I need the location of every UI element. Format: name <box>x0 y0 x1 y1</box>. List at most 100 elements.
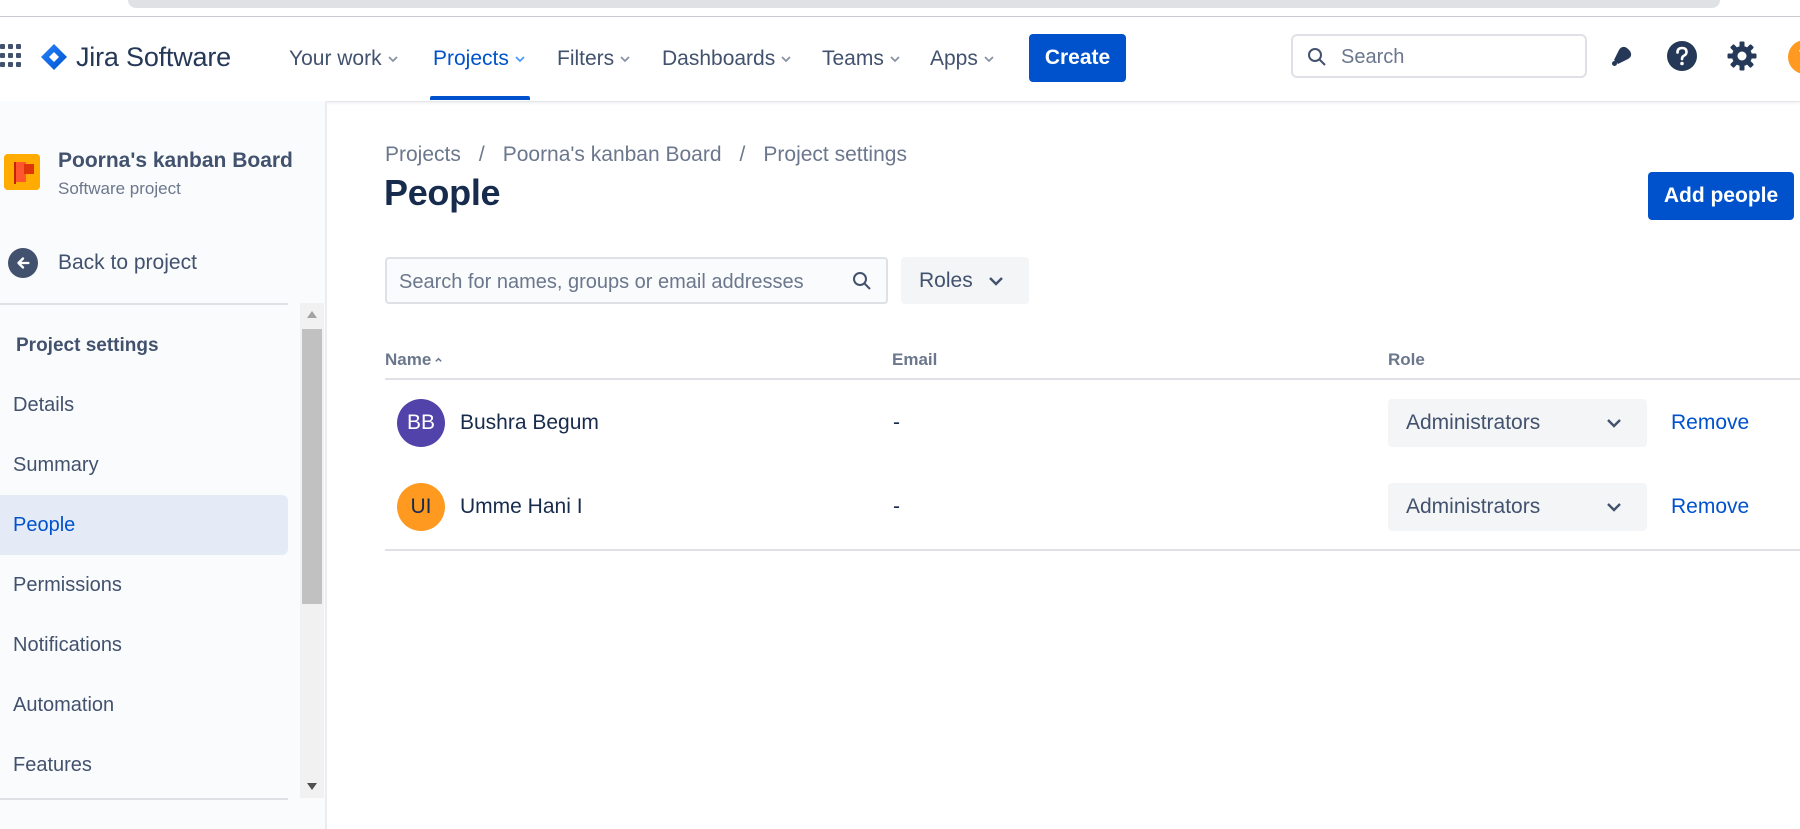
table-row: UI Umme Hani I - Administrators Remove <box>385 465 1800 549</box>
sidebar-item-label: Features <box>13 753 92 776</box>
chevron-down-icon <box>1607 503 1621 512</box>
chevron-down-icon <box>984 56 994 63</box>
browser-address-bar <box>128 0 1720 8</box>
sidebar-item-details[interactable]: Details <box>0 375 288 435</box>
sidebar-item-notifications[interactable]: Notifications <box>0 615 288 675</box>
role-value: Administrators <box>1406 411 1541 434</box>
settings-icon[interactable] <box>1725 39 1759 73</box>
breadcrumb-separator: / <box>739 143 746 166</box>
table-row: BB Bushra Begum - Administrators Remove <box>385 381 1800 465</box>
chevron-down-icon <box>515 56 525 63</box>
chevron-down-icon <box>620 56 630 63</box>
sidebar-item-automation[interactable]: Automation <box>0 675 288 735</box>
chevron-down-icon <box>988 276 1003 286</box>
jira-logo[interactable]: Jira Software <box>40 41 231 73</box>
breadcrumb-project-settings[interactable]: Project settings <box>763 143 907 167</box>
nav-teams[interactable]: Teams <box>822 41 901 77</box>
scroll-down-icon[interactable] <box>307 783 317 790</box>
nav-dashboards[interactable]: Dashboards <box>662 41 792 77</box>
nav-your-work[interactable]: Your work <box>289 41 399 77</box>
remove-member-link[interactable]: Remove <box>1671 495 1749 519</box>
help-icon[interactable] <box>1665 39 1699 73</box>
member-name: Umme Hani I <box>460 495 583 518</box>
remove-member-link[interactable]: Remove <box>1671 411 1749 435</box>
sidebar-item-features[interactable]: Features <box>0 735 288 795</box>
back-to-project-label: Back to project <box>58 251 197 274</box>
sidebar-scrollbar[interactable] <box>300 303 324 798</box>
global-search[interactable] <box>1291 34 1587 78</box>
nav-label: Apps <box>930 47 978 70</box>
role-select[interactable]: Administrators <box>1388 399 1647 447</box>
sidebar-section-title: Project settings <box>16 335 159 356</box>
roles-filter-dropdown[interactable]: Roles <box>901 257 1029 304</box>
breadcrumb-project[interactable]: Poorna's kanban Board <box>503 143 722 167</box>
column-header-name[interactable]: Name <box>385 350 443 370</box>
nav-filters[interactable]: Filters <box>557 41 631 77</box>
nav-label: Dashboards <box>662 47 776 70</box>
role-select[interactable]: Administrators <box>1388 483 1647 531</box>
sidebar-item-label: Notifications <box>13 633 122 656</box>
jira-logo-icon <box>41 44 67 70</box>
project-name: Poorna's kanban Board <box>58 149 293 172</box>
notification-icon[interactable] <box>1605 39 1639 73</box>
avatar: UI <box>397 483 445 531</box>
top-navigation: Jira Software Your work Projects Filters… <box>0 17 1800 101</box>
project-type: Software project <box>58 179 181 198</box>
app-grid-icon[interactable] <box>0 44 24 68</box>
sidebar-item-people[interactable]: People <box>0 495 288 555</box>
breadcrumb: Projects / Poorna's kanban Board / Proje… <box>385 143 907 167</box>
nav-label: Your work <box>289 47 382 70</box>
sidebar-item-permissions[interactable]: Permissions <box>0 555 288 615</box>
sidebar-divider <box>0 798 288 800</box>
member-email: - <box>893 411 900 434</box>
chevron-down-icon <box>387 56 398 63</box>
sidebar-item-label: Permissions <box>13 573 122 596</box>
scroll-up-icon[interactable] <box>307 311 317 318</box>
sidebar-item-summary[interactable]: Summary <box>0 435 288 495</box>
search-icon <box>1308 48 1326 66</box>
sidebar-item-label: Details <box>13 393 75 416</box>
user-avatar[interactable]: V <box>1788 40 1800 74</box>
sort-ascending-icon <box>435 357 443 362</box>
scrollbar-thumb[interactable] <box>302 329 322 604</box>
sidebar-item-label: Summary <box>13 453 99 476</box>
table-header-divider <box>385 378 1800 380</box>
member-email: - <box>893 495 900 518</box>
column-header-label: Name <box>385 350 432 369</box>
people-search[interactable] <box>385 257 888 304</box>
search-icon <box>853 272 871 290</box>
page-title: People <box>384 172 501 213</box>
sidebar-item-label: Automation <box>13 693 115 716</box>
column-header-role: Role <box>1388 350 1425 370</box>
sidebar-divider <box>0 303 288 305</box>
chevron-down-icon <box>1607 419 1621 428</box>
create-button[interactable]: Create <box>1029 34 1126 82</box>
table-bottom-divider <box>385 549 1800 551</box>
add-people-button[interactable]: Add people <box>1648 172 1794 220</box>
avatar: BB <box>397 399 445 447</box>
nav-label: Filters <box>557 47 615 70</box>
project-icon <box>4 154 40 190</box>
browser-tab-strip <box>0 0 1800 17</box>
logo-text: Jira Software <box>76 41 231 72</box>
nav-label: Projects <box>433 47 509 70</box>
breadcrumb-projects[interactable]: Projects <box>385 143 461 167</box>
column-header-label: Role <box>1388 350 1425 369</box>
column-header-label: Email <box>892 350 938 369</box>
sidebar-item-label: People <box>13 513 76 536</box>
nav-apps[interactable]: Apps <box>930 41 995 77</box>
breadcrumb-separator: / <box>478 143 485 166</box>
role-value: Administrators <box>1406 495 1541 518</box>
back-to-project-link[interactable]: Back to project <box>8 247 197 279</box>
roles-label: Roles <box>919 268 973 292</box>
active-nav-indicator <box>430 96 530 100</box>
column-header-email: Email <box>892 350 937 370</box>
project-sidebar: Poorna's kanban Board Software project B… <box>0 101 327 829</box>
nav-label: Teams <box>822 47 884 70</box>
people-search-input[interactable] <box>397 268 841 296</box>
chevron-down-icon <box>781 56 791 63</box>
chevron-down-icon <box>890 56 900 63</box>
nav-projects[interactable]: Projects <box>433 41 526 77</box>
global-search-input[interactable] <box>1339 42 1573 72</box>
arrow-left-icon <box>8 248 38 278</box>
